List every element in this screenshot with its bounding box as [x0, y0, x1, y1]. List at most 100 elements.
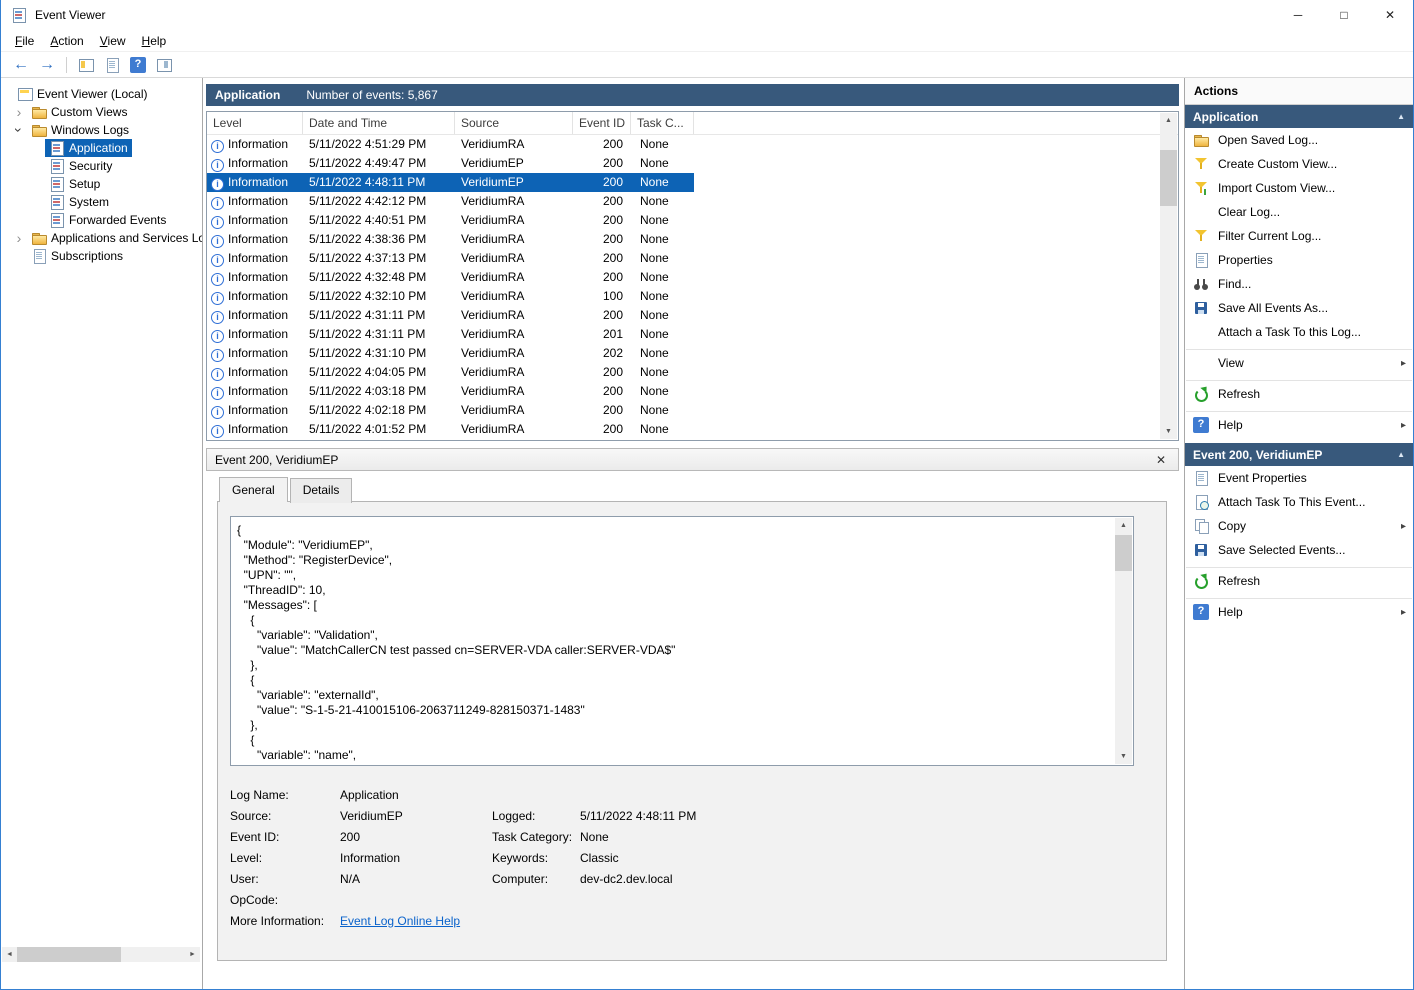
menu-file[interactable]: File: [7, 31, 42, 51]
collapse-icon[interactable]: ▲: [1397, 112, 1405, 121]
tree-item-custom-views[interactable]: › Custom Views: [1, 103, 202, 121]
event-level: Information: [228, 268, 288, 287]
help-toolbar-button[interactable]: [126, 54, 150, 76]
action-properties[interactable]: Properties: [1185, 248, 1413, 272]
tree-chevron-icon[interactable]: ›: [11, 231, 27, 245]
event-row[interactable]: Information 5/11/2022 4:40:51 PM Veridiu…: [207, 211, 694, 230]
scroll-right-icon[interactable]: ►: [185, 947, 200, 962]
scrollbar-track[interactable]: [17, 947, 185, 962]
collapse-icon[interactable]: ▲: [1397, 450, 1405, 459]
actions-separator[interactable]: [1186, 407, 1412, 412]
event-row[interactable]: Information 5/11/2022 4:37:13 PM Veridiu…: [207, 249, 694, 268]
event-row[interactable]: Information 5/11/2022 4:31:11 PM Veridiu…: [207, 325, 694, 344]
action-open-saved-log[interactable]: Open Saved Log...: [1185, 128, 1413, 152]
field-value[interactable]: Event Log Online Help: [340, 914, 492, 928]
tree-item-system[interactable]: System: [1, 193, 202, 211]
tree-item-subscriptions[interactable]: Subscriptions: [1, 247, 202, 265]
back-button[interactable]: ←: [9, 54, 33, 76]
action-event-properties[interactable]: Event Properties: [1185, 466, 1413, 490]
tree-item-security[interactable]: Security: [1, 157, 202, 175]
properties-toolbar-button[interactable]: [100, 54, 124, 76]
event-row[interactable]: Information 5/11/2022 4:02:18 PM Veridiu…: [207, 401, 694, 420]
tree-item-application[interactable]: Application: [1, 139, 202, 157]
event-description-box[interactable]: { "Module": "VeridiumEP", "Method": "Reg…: [230, 516, 1134, 766]
action-view[interactable]: View ▸: [1185, 351, 1413, 375]
actions-separator[interactable]: [1186, 376, 1412, 381]
forward-button[interactable]: →: [35, 54, 59, 76]
action-icon: [1193, 324, 1209, 340]
action-save-all-events-as[interactable]: Save All Events As...: [1185, 296, 1413, 320]
event-row[interactable]: Information 5/11/2022 4:32:48 PM Veridiu…: [207, 268, 694, 287]
actions-section-application[interactable]: Application ▲: [1185, 105, 1413, 128]
action-find[interactable]: Find...: [1185, 272, 1413, 296]
event-row[interactable]: Information 5/11/2022 4:03:18 PM Veridiu…: [207, 382, 694, 401]
menu-help[interactable]: Help: [134, 31, 175, 51]
action-clear-log[interactable]: Clear Log...: [1185, 200, 1413, 224]
tree-chevron-icon[interactable]: ›: [11, 105, 27, 119]
action-copy[interactable]: Copy ▸: [1185, 514, 1413, 538]
minimize-button[interactable]: ─: [1275, 0, 1321, 30]
action-refresh[interactable]: Refresh: [1185, 382, 1413, 406]
actions-separator[interactable]: [1186, 594, 1412, 599]
tree-item-applications-and-services[interactable]: › Applications and Services Lo: [1, 229, 202, 247]
menu-view[interactable]: View: [92, 31, 134, 51]
scrollbar-thumb[interactable]: [1160, 150, 1177, 206]
menu-action[interactable]: Action: [42, 31, 91, 51]
maximize-button[interactable]: □: [1321, 0, 1367, 30]
action-attach-task-to-log[interactable]: Attach a Task To this Log...: [1185, 320, 1413, 344]
scroll-up-icon[interactable]: ▲: [1160, 113, 1177, 128]
event-row[interactable]: Information 5/11/2022 4:31:11 PM Veridiu…: [207, 306, 694, 325]
scroll-down-icon[interactable]: ▼: [1115, 749, 1132, 764]
scrollbar-thumb[interactable]: [1115, 535, 1132, 571]
column-level[interactable]: Level: [207, 112, 303, 134]
event-datetime: 5/11/2022 4:38:36 PM: [303, 230, 455, 249]
action-label: Help: [1218, 605, 1243, 619]
action-save-selected-events[interactable]: Save Selected Events...: [1185, 538, 1413, 562]
tree-chevron-icon[interactable]: ›: [12, 122, 26, 138]
event-row[interactable]: Information 5/11/2022 4:51:29 PM Veridiu…: [207, 135, 694, 154]
scroll-up-icon[interactable]: ▲: [1115, 518, 1132, 533]
tab-details[interactable]: Details: [290, 478, 353, 503]
tree-item-event-viewer-local[interactable]: Event Viewer (Local): [1, 85, 202, 103]
scrollbar-track[interactable]: [1115, 533, 1132, 749]
event-row[interactable]: Information 5/11/2022 4:48:11 PM Veridiu…: [207, 173, 694, 192]
scroll-left-icon[interactable]: ◄: [2, 947, 17, 962]
column-event-id[interactable]: Event ID: [573, 112, 631, 134]
tree-item-setup[interactable]: Setup: [1, 175, 202, 193]
column-task-category[interactable]: Task C...: [631, 112, 694, 134]
tree-item-windows-logs[interactable]: › Windows Logs: [1, 121, 202, 139]
event-row[interactable]: Information 5/11/2022 4:32:10 PM Veridiu…: [207, 287, 694, 306]
actions-separator[interactable]: [1186, 345, 1412, 350]
event-row[interactable]: Information 5/11/2022 4:01:52 PM Veridiu…: [207, 420, 694, 439]
event-row[interactable]: Information 5/11/2022 4:31:10 PM Veridiu…: [207, 344, 694, 363]
event-row[interactable]: Information 5/11/2022 4:42:12 PM Veridiu…: [207, 192, 694, 211]
show-action-pane-button[interactable]: [152, 54, 176, 76]
tree-horizontal-scrollbar[interactable]: ◄ ►: [2, 947, 200, 962]
event-row[interactable]: Information 5/11/2022 4:38:36 PM Veridiu…: [207, 230, 694, 249]
event-list-scrollbar[interactable]: ▲ ▼: [1160, 113, 1177, 439]
action-help-event[interactable]: Help ▸: [1185, 600, 1413, 624]
scrollbar-track[interactable]: [1160, 128, 1177, 424]
action-label: Copy: [1218, 519, 1246, 533]
action-create-custom-view[interactable]: Create Custom View...: [1185, 152, 1413, 176]
event-row[interactable]: Information 5/11/2022 4:49:47 PM Veridiu…: [207, 154, 694, 173]
action-import-custom-view[interactable]: Import Custom View...: [1185, 176, 1413, 200]
action-filter-current-log[interactable]: Filter Current Log...: [1185, 224, 1413, 248]
scrollbar-thumb[interactable]: [17, 947, 121, 962]
column-date-and-time[interactable]: Date and Time: [303, 112, 455, 134]
tree-item-forwarded-events[interactable]: Forwarded Events: [1, 211, 202, 229]
tab-general[interactable]: General: [219, 477, 288, 502]
action-help[interactable]: Help ▸: [1185, 413, 1413, 437]
close-button[interactable]: ✕: [1367, 0, 1413, 30]
event-row[interactable]: Information 5/11/2022 4:04:05 PM Veridiu…: [207, 363, 694, 382]
column-source[interactable]: Source: [455, 112, 573, 134]
scroll-down-icon[interactable]: ▼: [1160, 424, 1177, 439]
action-attach-task-to-event[interactable]: Attach Task To This Event...: [1185, 490, 1413, 514]
description-scrollbar[interactable]: ▲ ▼: [1115, 518, 1132, 764]
actions-separator[interactable]: [1186, 563, 1412, 568]
actions-section-event[interactable]: Event 200, VeridiumEP ▲: [1185, 443, 1413, 466]
show-console-tree-button[interactable]: [74, 54, 98, 76]
action-refresh-event[interactable]: Refresh: [1185, 569, 1413, 593]
action-icon: [1193, 228, 1209, 244]
detail-close-button[interactable]: ✕: [1152, 453, 1170, 467]
